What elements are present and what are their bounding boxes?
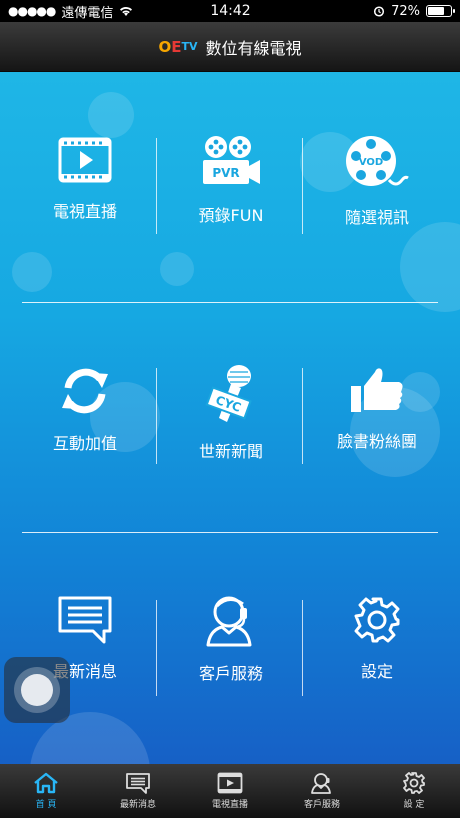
tab-label: 最新消息 (119, 800, 156, 810)
carrier-name: 遠傳電信 (61, 5, 114, 21)
gear-icon (352, 594, 402, 646)
message-icon (57, 594, 113, 646)
menu-item-label: 客戶服務 (198, 664, 263, 683)
vod-film-icon: VOD (344, 134, 410, 192)
pvr-icon-text: PVR (212, 166, 239, 180)
tab-latest-news[interactable]: 最新消息 (92, 764, 184, 818)
customer-service-icon (204, 594, 258, 648)
menu-item-interactive[interactable]: 互動加值 (12, 302, 158, 453)
tab-label: 客戶服務 (303, 800, 340, 810)
logo-part-a: O (158, 37, 172, 56)
menu-item-vod[interactable]: VOD 隨選視訊 (304, 72, 450, 227)
assistive-touch-button[interactable] (4, 657, 70, 723)
app-logo: O E TV (158, 38, 197, 56)
menu-item-label: 隨選視訊 (344, 208, 409, 227)
assistive-touch-core (21, 674, 53, 706)
divider (156, 138, 157, 234)
logo-part-b: E (171, 37, 182, 56)
wifi-icon (120, 6, 133, 16)
menu-item-customer-service[interactable]: 客戶服務 (158, 532, 304, 683)
menu-item-label: 預錄FUN (198, 206, 264, 225)
divider (302, 138, 303, 234)
menu-item-tv-live[interactable]: 電視直播 (12, 72, 158, 222)
page-title: 數位有線電視 (205, 38, 302, 58)
menu-item-pvr[interactable]: PVR 預錄FUN (158, 72, 304, 225)
divider (302, 368, 303, 464)
menu-item-settings[interactable]: 設定 (304, 532, 450, 682)
main-menu-area: 電視直播 PVR 預錄FUN VOD 隨選視訊 互動加值 CYC 世新新聞 臉書… (0, 72, 460, 764)
menu-item-facebook-fans[interactable]: 臉書粉絲團 (304, 302, 450, 452)
vod-icon-text: VOD (359, 157, 383, 168)
customer-service-icon (311, 773, 331, 794)
menu-item-label: 設定 (360, 662, 393, 681)
menu-item-label: 臉書粉絲團 (336, 432, 417, 451)
tab-bar: 首 頁 最新消息 電視直播 客戶服務 設 定 (0, 764, 460, 818)
divider (156, 600, 157, 696)
tab-label: 首 頁 (35, 800, 57, 810)
decorative-bubble (160, 252, 194, 286)
app-header: O E TV 數位有線電視 (0, 22, 460, 72)
divider (156, 368, 157, 464)
tv-play-icon (58, 134, 112, 186)
gear-icon (403, 772, 425, 794)
tab-customer-service[interactable]: 客戶服務 (276, 764, 368, 818)
cyc-microphone-icon: CYC (201, 364, 261, 426)
battery-percent: 72% (391, 3, 420, 19)
pvr-camera-icon: PVR (199, 134, 263, 190)
decorative-bubble (12, 252, 52, 292)
home-icon (34, 772, 58, 794)
assistive-touch-ring (14, 667, 60, 713)
status-right: 72% (373, 3, 455, 19)
menu-item-label: 互動加值 (52, 434, 117, 453)
menu-item-cyc-news[interactable]: CYC 世新新聞 (158, 302, 304, 461)
tv-play-icon (217, 772, 243, 794)
menu-item-label: 世新新聞 (198, 442, 263, 461)
tab-tv-live[interactable]: 電視直播 (184, 764, 276, 818)
decorative-bubble (400, 222, 460, 312)
menu-item-label: 電視直播 (52, 202, 117, 221)
tab-label: 設 定 (403, 800, 425, 810)
status-left: ●●●●● 遠傳電信 (8, 2, 178, 21)
tab-home[interactable]: 首 頁 (0, 764, 92, 818)
status-time: 14:42 (210, 3, 251, 19)
divider (302, 600, 303, 696)
tab-label: 電視直播 (211, 800, 248, 810)
signal-strength-icon: ●●●●● (8, 4, 56, 18)
battery-fill (428, 7, 444, 15)
message-icon (126, 773, 150, 794)
thumbs-up-icon (349, 364, 405, 416)
battery-icon (426, 5, 455, 17)
tab-settings[interactable]: 設 定 (368, 764, 460, 818)
refresh-icon (58, 364, 112, 418)
logo-part-c: TV (181, 40, 198, 53)
status-bar: ●●●●● 遠傳電信 14:42 72% (0, 0, 460, 22)
alarm-icon (374, 6, 385, 17)
